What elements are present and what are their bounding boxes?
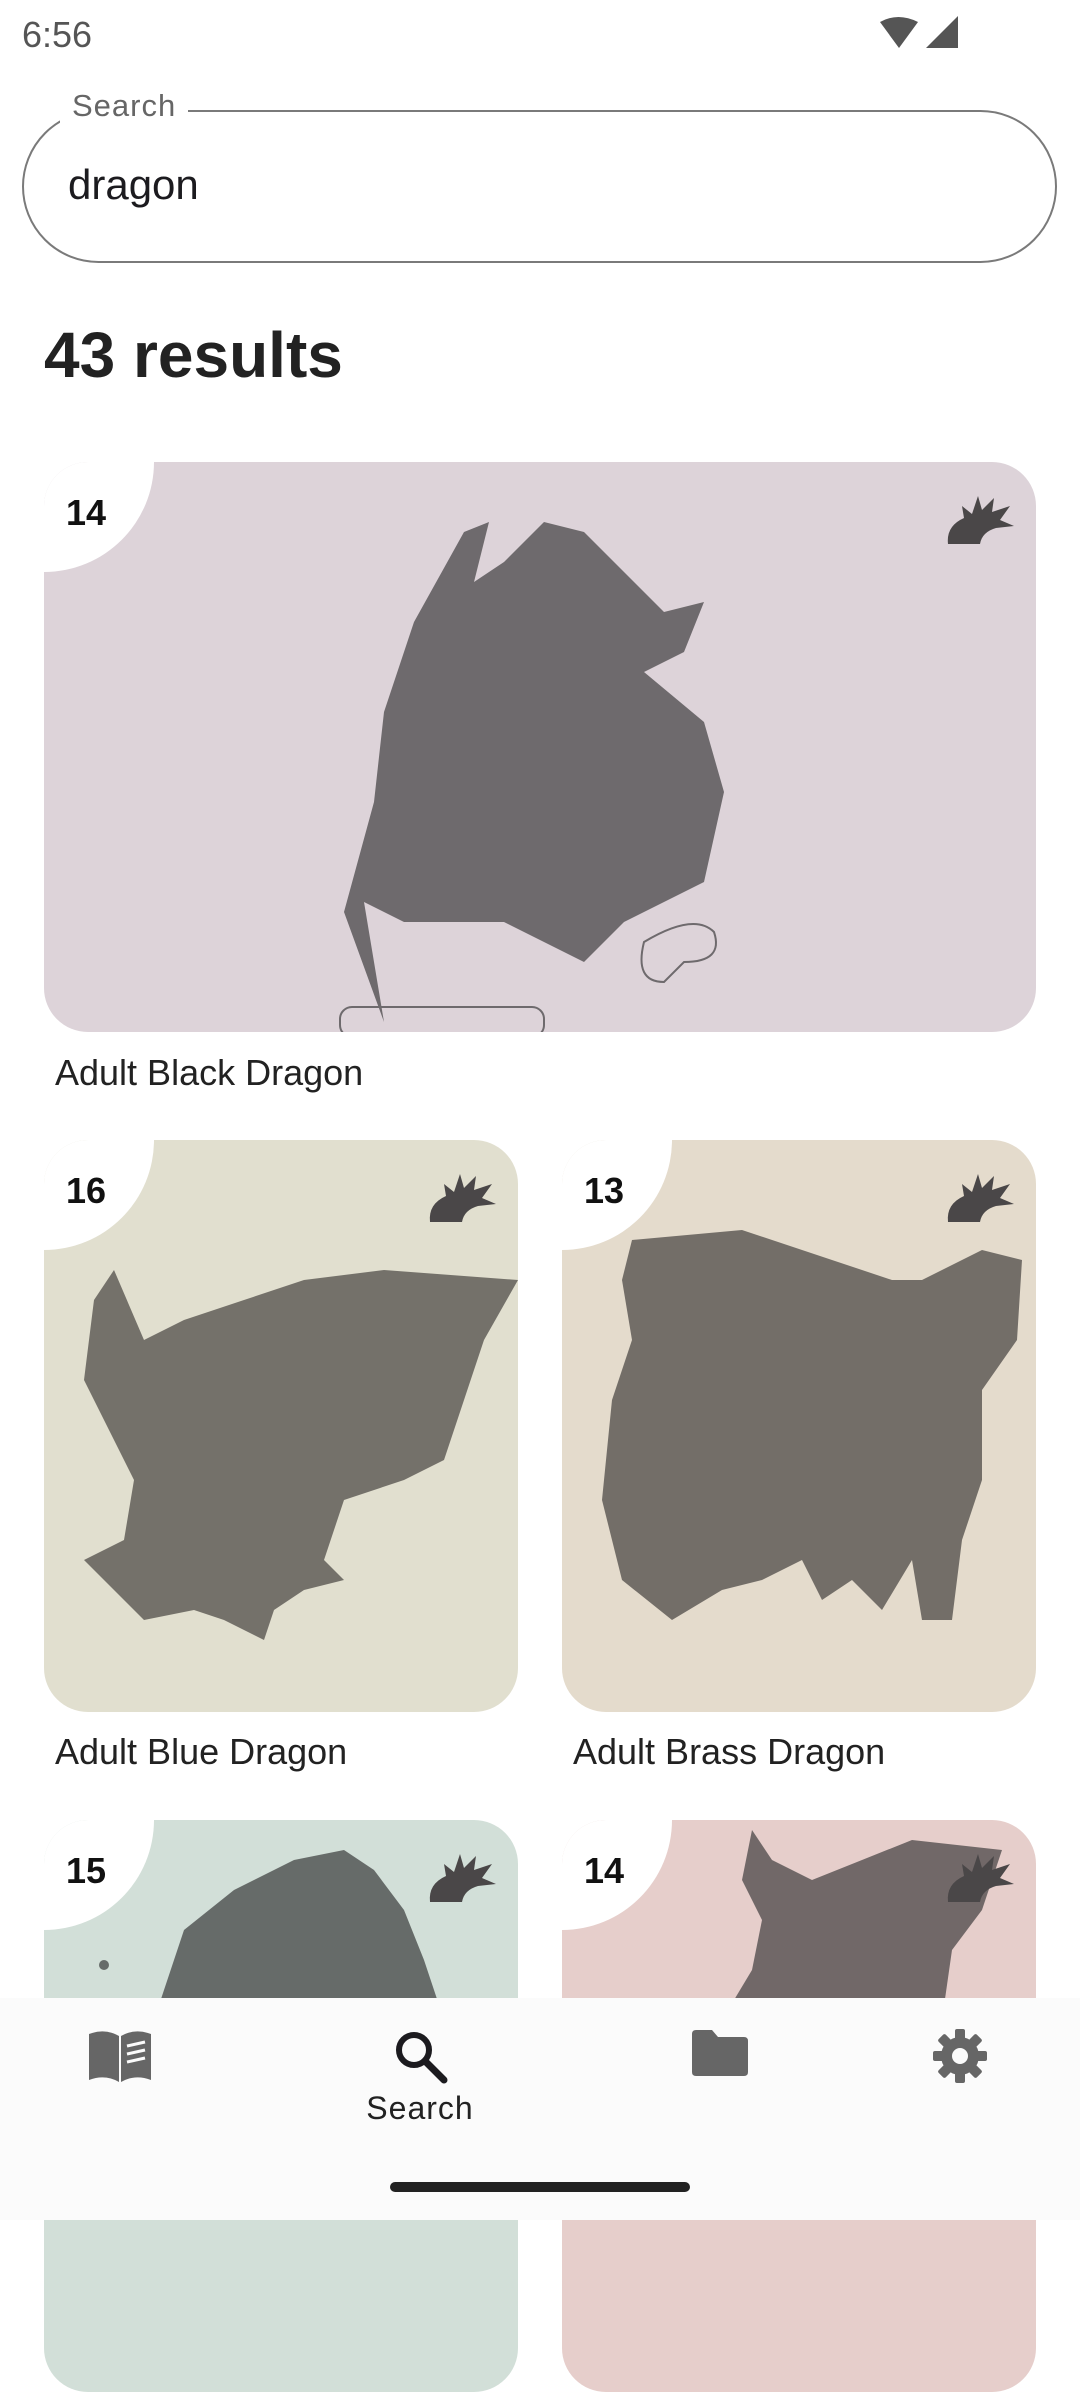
search-label: Search — [60, 88, 189, 124]
nav-item-settings[interactable] — [840, 2028, 1080, 2168]
nav-label-search: Search — [366, 2090, 474, 2126]
dragon-icon — [947, 1854, 1014, 1902]
book-icon — [89, 2031, 151, 2082]
folder-icon — [692, 2030, 748, 2076]
card-title: Adult Brass Dragon — [573, 1731, 886, 1772]
dragon-icon — [947, 1174, 1014, 1222]
signal-wifi-icon — [880, 16, 958, 48]
monster-card[interactable]: 16 — [44, 1140, 518, 1712]
nav-item-book[interactable] — [0, 2028, 240, 2168]
monster-card[interactable]: 13 — [562, 1140, 1036, 1712]
card-title: Adult Blue Dragon — [55, 1731, 348, 1772]
results-count: 43 results — [44, 319, 343, 391]
nav-item-search[interactable]: Search — [300, 2028, 540, 2168]
status-time: 6:56 — [22, 14, 93, 55]
dragon-icon — [947, 496, 1014, 544]
search-field[interactable]: Search — [22, 88, 1057, 263]
search-icon — [396, 2032, 448, 2084]
status-bar: 6:56 — [0, 0, 1080, 66]
monster-card[interactable]: 14 — [44, 462, 1036, 1032]
card-title: Adult Black Dragon — [55, 1052, 364, 1093]
home-indicator — [390, 2182, 690, 2192]
nav-item-folder[interactable] — [600, 2028, 840, 2168]
gear-icon — [933, 2029, 987, 2083]
search-input[interactable] — [66, 154, 1010, 216]
dragon-image — [44, 462, 1036, 1032]
dragon-icon — [429, 1174, 496, 1222]
dragon-icon — [429, 1854, 496, 1902]
